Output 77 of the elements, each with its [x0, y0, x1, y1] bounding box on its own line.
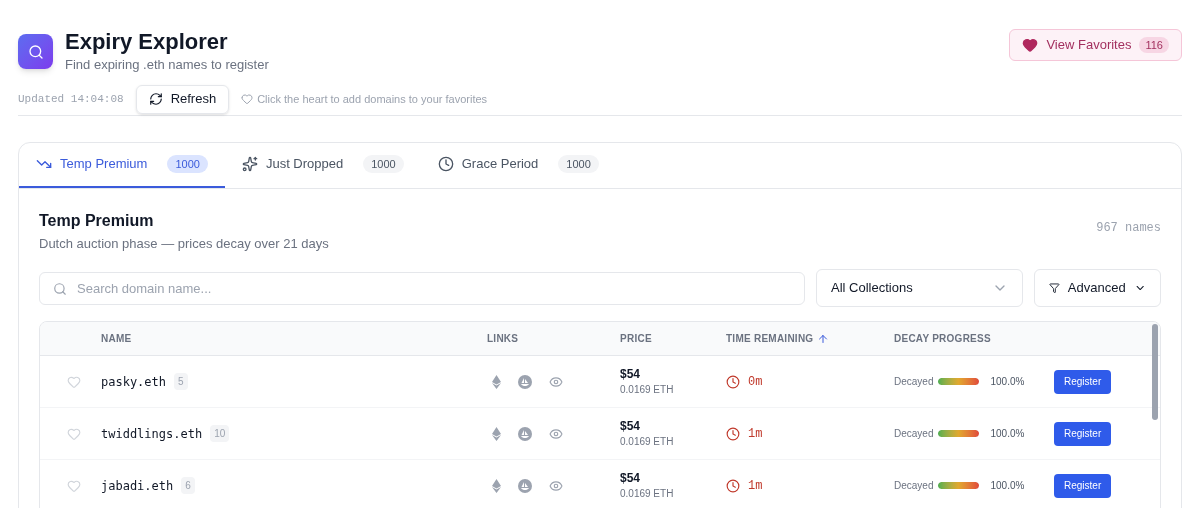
length-badge: 6 — [181, 477, 195, 494]
eye-icon[interactable] — [549, 478, 563, 493]
search-icon — [53, 281, 67, 296]
advanced-button[interactable]: Advanced — [1034, 269, 1161, 307]
search-field[interactable]: Search domain name... — [39, 271, 805, 305]
tab[interactable]: Temp Premium 1000 — [19, 142, 225, 188]
scrollbar-thumb[interactable] — [1152, 324, 1158, 420]
boat-circle-icon[interactable] — [518, 426, 532, 441]
price-usd: $54 — [620, 418, 642, 434]
view-favorites-label: View Favorites — [1046, 36, 1132, 55]
domain-name: twiddlings.eth — [101, 425, 203, 443]
favorite-heart-icon[interactable] — [67, 426, 81, 441]
ethereum-icon[interactable] — [492, 374, 501, 389]
ethereum-icon[interactable] — [492, 478, 501, 493]
favorites-hint: Click the heart to add domains to your favorites — [257, 91, 488, 107]
price-eth: 0.0169 ETH — [620, 434, 675, 449]
time-remaining: 0m — [748, 373, 763, 391]
sparkle-icon — [241, 156, 258, 172]
column-header[interactable]: TIME REMAINING — [726, 331, 814, 346]
refresh-button[interactable]: Refresh — [135, 84, 230, 114]
register-button[interactable]: Register — [1054, 421, 1112, 446]
decay-label: Decayed — [894, 375, 934, 389]
column-header[interactable]: NAME — [101, 331, 132, 346]
app-subtitle: Find expiring .eth names to register — [65, 56, 269, 74]
tab[interactable]: Just Dropped 1000 — [224, 142, 421, 188]
length-badge: 5 — [174, 373, 188, 390]
ethereum-icon[interactable] — [492, 426, 501, 441]
column-header[interactable]: PRICE — [620, 331, 652, 346]
decay-percent: 100.0% — [990, 375, 1025, 389]
tab-label: Grace Period — [461, 155, 539, 174]
tab-label: Just Dropped — [265, 155, 344, 174]
names-count: 967 names — [1096, 219, 1161, 237]
search-icon — [27, 43, 44, 60]
boat-circle-icon[interactable] — [518, 374, 532, 389]
tab-count: 1000 — [558, 154, 599, 174]
decay-label: Decayed — [894, 479, 934, 493]
price-usd: $54 — [620, 470, 642, 486]
section-subtitle: Dutch auction phase — prices decay over 21 days — [39, 234, 329, 253]
eye-icon[interactable] — [549, 374, 563, 389]
clock-icon — [726, 478, 740, 493]
time-remaining: 1m — [748, 425, 763, 443]
decay-percent: 100.0% — [990, 479, 1025, 493]
clock-icon — [726, 374, 740, 389]
price-eth: 0.0169 ETH — [620, 382, 675, 397]
column-header[interactable]: DECAY PROGRESS — [894, 331, 991, 346]
eye-icon[interactable] — [549, 426, 563, 441]
tab-count: 1000 — [167, 154, 208, 174]
register-button[interactable]: Register — [1054, 369, 1112, 394]
updated-time: Updated 14:04:08 — [18, 91, 124, 107]
price-eth: 0.0169 ETH — [620, 486, 675, 501]
time-remaining: 1m — [748, 477, 763, 495]
filter-icon — [1049, 281, 1060, 295]
register-button[interactable]: Register — [1054, 473, 1112, 498]
tab-count: 1000 — [363, 154, 404, 174]
refresh-icon — [148, 92, 163, 106]
favorite-heart-icon[interactable] — [67, 374, 81, 389]
decay-label: Decayed — [894, 427, 934, 441]
domain-name: jabadi.eth — [101, 477, 174, 495]
view-favorites-button[interactable]: View Favorites 116 — [1009, 29, 1182, 61]
boat-circle-icon[interactable] — [518, 478, 532, 493]
tab-label: Temp Premium — [60, 155, 148, 174]
tab[interactable]: Grace Period 1000 — [420, 142, 616, 188]
favorites-count: 116 — [1139, 36, 1169, 54]
section-title: Temp Premium — [39, 210, 155, 231]
heart-icon — [1022, 37, 1039, 53]
heart-outline-icon — [241, 93, 254, 105]
collection-select[interactable]: All Collections — [816, 269, 1023, 307]
price-usd: $54 — [620, 366, 642, 382]
app-title: Expiry Explorer — [65, 29, 229, 55]
decay-percent: 100.0% — [990, 427, 1025, 441]
column-header[interactable]: LINKS — [487, 331, 519, 346]
clock-icon — [437, 156, 454, 172]
sort-ascending-icon[interactable] — [817, 332, 830, 345]
length-badge: 10 — [210, 425, 230, 442]
domain-name: pasky.eth — [101, 373, 167, 391]
clock-icon — [726, 426, 740, 441]
favorite-heart-icon[interactable] — [67, 478, 81, 493]
